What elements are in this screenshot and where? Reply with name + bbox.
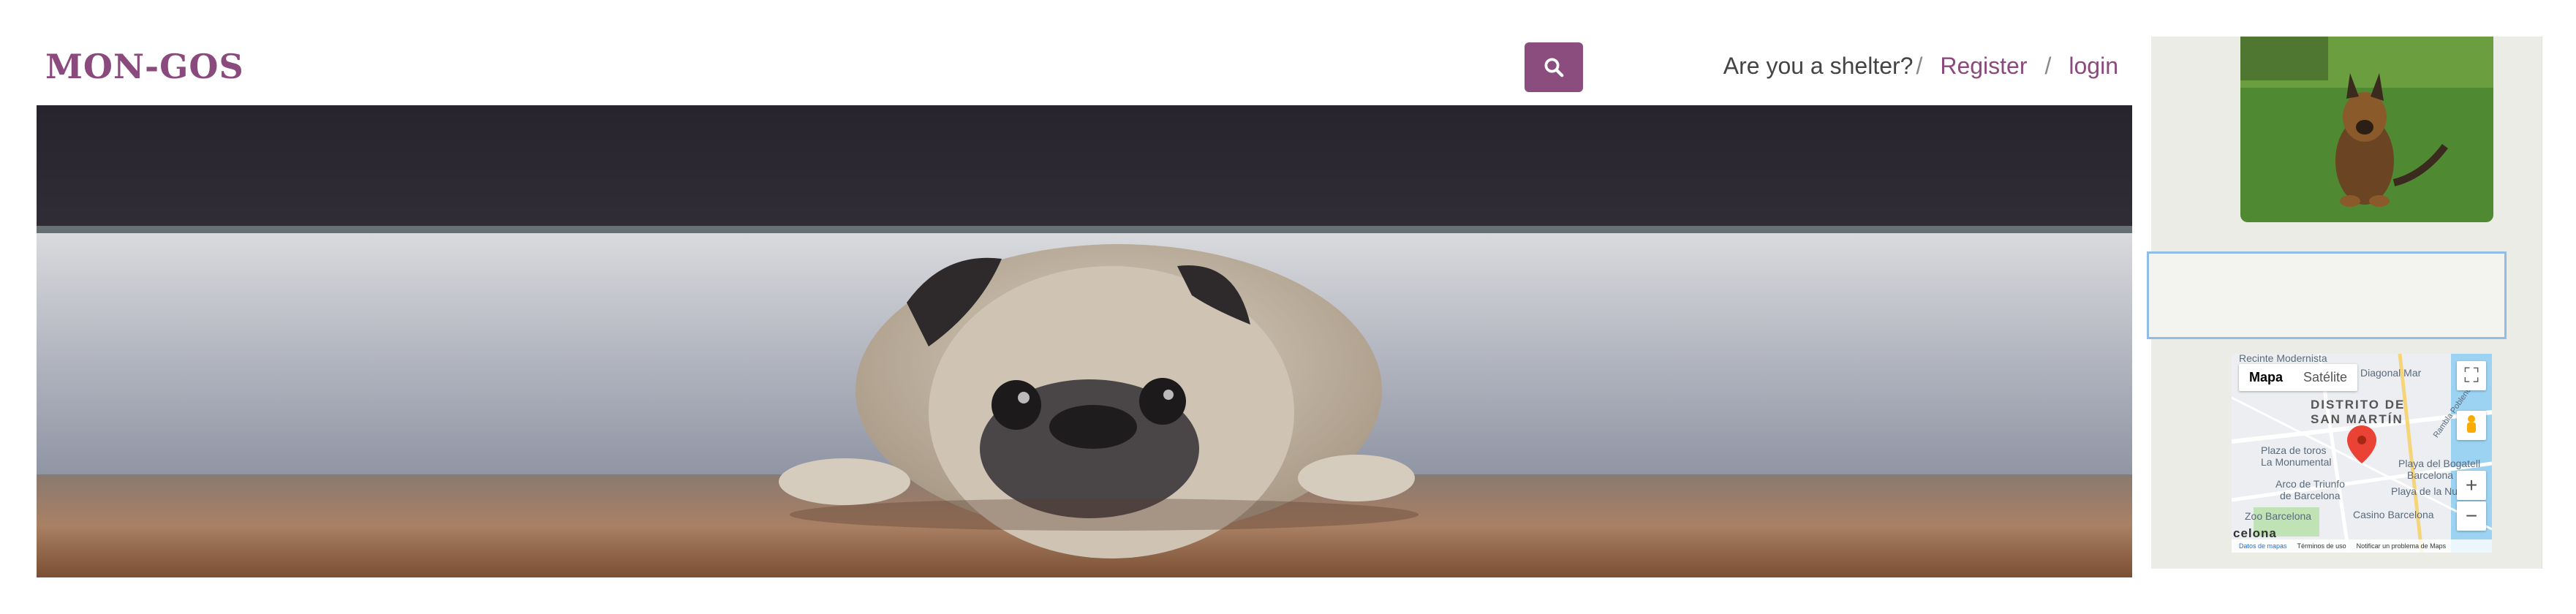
map-label: Diagonal Mar — [2360, 367, 2422, 379]
nav-separator: / — [1916, 53, 1923, 79]
map-label: de Barcelona — [2280, 490, 2341, 501]
map-label: Playa del Bogatell — [2398, 458, 2481, 469]
map-label: celona — [2233, 526, 2277, 540]
map-report-link[interactable]: Notificar un problema de Maps — [2357, 542, 2447, 550]
map-label: Recinte Modernista — [2239, 354, 2327, 364]
shelter-prompt: Are you a shelter? — [1723, 53, 1914, 79]
map-label: La Monumental — [2261, 456, 2332, 468]
map-footer: Datos de mapas Términos de uso Notificar… — [2232, 539, 2492, 553]
map-label: Arco de Triunfo — [2275, 478, 2345, 490]
map-tab-map[interactable]: Mapa — [2239, 364, 2293, 391]
map-label: Barcelona — [2407, 469, 2454, 481]
map-label: Plaza de toros — [2261, 444, 2327, 456]
hero-image — [37, 105, 2132, 577]
sidebar: Recinte Modernista Diagonal Mar DISTRITO… — [2147, 37, 2542, 569]
zoom-out-icon[interactable]: − — [2457, 501, 2486, 531]
search-button[interactable] — [1525, 42, 1583, 92]
google-map[interactable]: Recinte Modernista Diagonal Mar DISTRITO… — [2232, 354, 2492, 553]
site-logo[interactable]: MON-GOS — [45, 47, 244, 86]
register-link[interactable]: Register — [1940, 53, 2027, 80]
pegman-icon[interactable] — [2457, 411, 2486, 440]
map-label: DISTRITO DE — [2311, 398, 2406, 412]
map-data-link[interactable]: Datos de mapas — [2239, 542, 2287, 550]
map-label: Zoo Barcelona — [2245, 510, 2312, 522]
login-link[interactable]: login — [2069, 53, 2118, 80]
map-terms-link[interactable]: Términos de uso — [2297, 542, 2346, 550]
map-label: Casino Barcelona — [2353, 509, 2434, 520]
search-icon — [1544, 58, 1564, 77]
zoom-in-icon[interactable]: + — [2457, 471, 2486, 500]
dog-photo — [2240, 37, 2493, 222]
header-nav: Are you a shelter? / Register / login — [1723, 53, 2118, 80]
fullscreen-icon[interactable]: ⛶ — [2457, 361, 2486, 390]
map-label: SAN MARTÍN — [2311, 412, 2403, 426]
empty-content-box[interactable] — [2147, 251, 2507, 339]
nav-separator: / — [2044, 53, 2052, 79]
map-tab-satellite[interactable]: Satélite — [2293, 364, 2357, 391]
map-type-control: Mapa Satélite — [2239, 364, 2358, 391]
